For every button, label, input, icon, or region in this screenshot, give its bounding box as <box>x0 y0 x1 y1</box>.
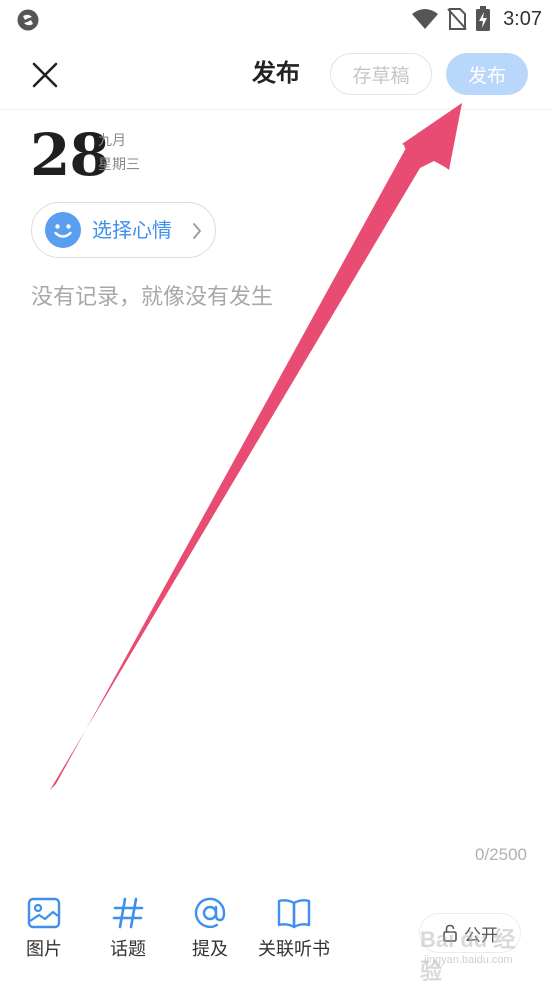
toolbar-item-label: 图片 <box>26 939 62 960</box>
select-mood-button[interactable]: 选择心情 <box>31 202 216 258</box>
wifi-icon <box>412 9 439 29</box>
watermark-main: Bai du 经验 <box>420 927 516 983</box>
toolbar-item-images[interactable]: 图片 <box>26 895 62 963</box>
toolbar-item-topic[interactable]: 话题 <box>110 895 146 963</box>
close-button[interactable] <box>26 56 64 94</box>
char-count: 0/2500 <box>475 845 527 864</box>
toolbar-item-linked-audiobook[interactable]: 关联听书 <box>258 895 330 963</box>
smiley-icon <box>45 212 81 248</box>
toolbar-item-label: 话题 <box>110 939 146 960</box>
image-icon <box>27 897 61 929</box>
publish-button[interactable]: 发布 <box>446 53 528 95</box>
header: 发布 存草稿 发布 <box>0 38 552 110</box>
at-icon <box>194 897 226 929</box>
hashtag-icon <box>112 897 144 929</box>
mood-label: 选择心情 <box>92 218 172 242</box>
date-day: 28 <box>30 121 110 189</box>
arrow-head <box>402 103 462 168</box>
date-weekday: 星期三 <box>98 157 140 173</box>
watermark-sub: jingyan.baidu.com <box>424 954 513 966</box>
no-sim-icon <box>447 8 467 30</box>
battery-charging-icon <box>476 6 491 31</box>
date-month: 九月 <box>98 133 126 149</box>
book-icon <box>277 899 311 929</box>
status-indicators: 3:07 <box>411 4 542 34</box>
app-logo-icon <box>17 9 39 31</box>
status-bar: 3:07 <box>0 0 552 38</box>
page-title: 发布 <box>252 59 300 87</box>
baidu-watermark: Bai du 经验 jingyan.baidu.com <box>420 922 530 983</box>
chevron-right-icon <box>193 223 201 239</box>
save-draft-button[interactable]: 存草稿 <box>330 53 432 95</box>
toolbar-item-mention[interactable]: 提及 <box>192 895 228 963</box>
close-icon <box>32 62 58 88</box>
toolbar-item-label: 提及 <box>192 939 228 960</box>
status-time: 3:07 <box>503 7 542 30</box>
toolbar-item-label: 关联听书 <box>258 939 330 960</box>
content-input[interactable]: 没有记录，就像没有发生 <box>31 282 273 314</box>
